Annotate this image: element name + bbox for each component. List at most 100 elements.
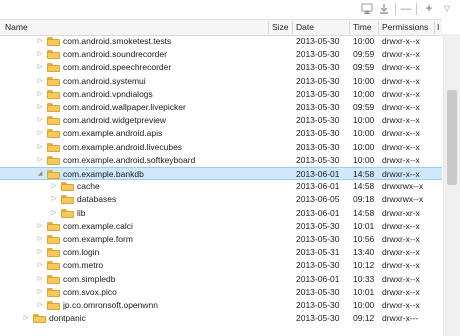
expand-right-icon[interactable]: ▷ <box>36 220 44 233</box>
file-time: 10:01 <box>353 220 375 231</box>
file-time: 09:59 <box>353 102 375 112</box>
file-date: 2013-05-30 <box>296 286 340 297</box>
folder-icon <box>47 287 60 297</box>
table-row[interactable]: ▷ dontpanic 2013-05-30 09:12 drwxr-x--- <box>0 312 442 325</box>
column-divider[interactable] <box>292 21 293 34</box>
toolbar-separator <box>416 3 417 15</box>
table-row[interactable]: ▷ com.example.android.apis 2013-05-30 10:00… <box>0 127 442 140</box>
expand-right-icon[interactable]: ▷ <box>36 259 44 272</box>
file-permissions: drwxr-x--x <box>382 88 420 99</box>
table-row[interactable]: ▷ com.example.android.softkeyboard 2013-05… <box>0 154 442 167</box>
file-permissions: drwxr-x--- <box>382 313 419 324</box>
file-size <box>272 127 292 140</box>
expand-right-icon[interactable]: ▷ <box>36 246 44 259</box>
column-size[interactable]: Size <box>272 20 292 35</box>
file-permissions: drwxrwx--x <box>382 181 424 192</box>
expand-right-icon[interactable]: ▷ <box>36 88 44 101</box>
vertical-scrollbar[interactable] <box>443 34 460 336</box>
expand-right-icon[interactable]: ▷ <box>36 273 44 286</box>
file-time: 14:58 <box>353 169 375 179</box>
table-row[interactable]: ▷ com.android.vpndialogs 2013-05-30 10:00 dr… <box>0 88 442 101</box>
expand-right-icon[interactable]: ▷ <box>36 154 44 167</box>
file-time: 14:58 <box>353 181 375 192</box>
table-row[interactable]: ▷ com.android.speechrecorder 2013-05-30 09:… <box>0 61 442 74</box>
expand-right-icon[interactable]: ▷ <box>36 141 44 154</box>
expand-right-icon[interactable]: ▷ <box>36 75 44 88</box>
folder-icon <box>47 170 60 179</box>
file-name: com.android.systemui <box>63 75 146 86</box>
folder-icon <box>61 195 74 205</box>
column-info[interactable]: I <box>437 20 443 35</box>
table-row[interactable]: ▷ jp.co.omronsoft.openwnn 2013-05-30 10:00 d… <box>0 299 442 312</box>
table-row[interactable]: ▷ cache 2013-06-01 14:58 drwxrwx--x <box>0 180 442 193</box>
column-date[interactable]: Date <box>296 20 346 35</box>
expand-right-icon[interactable]: ▷ <box>36 114 44 127</box>
file-date: 2013-05-30 <box>296 234 340 244</box>
table-row[interactable]: ▷ com.simpledb 2013-06-01 10:33 drwxr-x--x <box>0 273 442 286</box>
file-size <box>272 220 292 233</box>
file-date: 2013-05-30 <box>296 36 340 46</box>
file-date: 2013-06-01 <box>296 169 340 179</box>
expand-right-icon[interactable]: ▷ <box>36 35 44 48</box>
expand-right-icon[interactable]: ▷ <box>36 233 44 246</box>
expand-right-icon[interactable]: ▷ <box>36 286 44 299</box>
expand-down-icon[interactable]: ◢ <box>36 168 44 181</box>
pull-file-icon[interactable] <box>378 3 390 15</box>
file-permissions: drwxr-x--x <box>382 128 420 139</box>
table-row[interactable]: ▷ com.login 2013-05-31 13:40 drwxr-x--x <box>0 246 442 259</box>
scrollbar-thumb[interactable] <box>447 90 457 185</box>
table-row[interactable]: ▷ com.android.wallpaper.livepicker 2013-05… <box>0 101 442 114</box>
column-time[interactable]: Time <box>353 20 377 35</box>
table-row[interactable]: ▷ com.android.soundrecorder 2013-05-30 09:5… <box>0 48 442 61</box>
file-name: com.login <box>63 247 100 258</box>
toolbar: — + ▽ <box>0 0 460 18</box>
folder-icon <box>61 208 74 218</box>
table-row[interactable]: ◢ com.example.bankdb 2013-06-01 14:58 drwxr-… <box>0 167 442 181</box>
expand-right-icon[interactable]: ▷ <box>36 101 44 114</box>
column-name[interactable]: Name <box>5 20 265 35</box>
table-row[interactable]: ▷ databases 2013-06-05 09:18 drwxrwx--x <box>0 193 442 206</box>
expand-right-icon[interactable]: ▷ <box>36 48 44 61</box>
view-menu-icon[interactable]: ▽ <box>441 3 453 15</box>
file-date: 2013-05-30 <box>296 154 340 165</box>
file-date: 2013-05-30 <box>296 300 340 310</box>
column-divider[interactable] <box>268 21 269 34</box>
delete-icon[interactable]: — <box>400 3 412 15</box>
table-row[interactable]: ▷ com.example.android.livecubes 2013-05-30… <box>0 141 442 154</box>
expand-right-icon[interactable]: ▷ <box>36 299 44 312</box>
table-row[interactable]: ▷ com.android.systemui 2013-05-30 10:00 drwx… <box>0 75 442 88</box>
file-name: com.example.android.livecubes <box>63 141 183 152</box>
table-row[interactable]: ▷ com.android.widgetpreview 2013-05-30 10:0… <box>0 114 442 127</box>
expand-right-icon[interactable]: ▷ <box>50 193 58 206</box>
file-tree: ▷ com.android.smoketest.tests 2013-05-30 10… <box>0 35 442 336</box>
file-date: 2013-05-30 <box>296 115 340 126</box>
file-time: 14:58 <box>353 207 375 218</box>
table-row[interactable]: ▷ com.android.smoketest.tests 2013-05-30 10… <box>0 35 442 48</box>
table-row[interactable]: ▷ lib 2013-06-01 14:58 drwxr-xr-x <box>0 207 442 220</box>
file-date: 2013-05-30 <box>296 260 340 271</box>
expand-right-icon[interactable]: ▷ <box>50 180 58 193</box>
table-row[interactable]: ▷ com.example.calci 2013-05-30 10:01 drwxr-x… <box>0 220 442 233</box>
table-row[interactable]: ▷ com.example.form 2013-05-30 10:56 drwxr-x-… <box>0 233 442 246</box>
column-divider[interactable] <box>349 21 350 34</box>
file-time: 09:18 <box>353 194 375 205</box>
file-permissions: drwxr-x--x <box>382 169 420 179</box>
column-divider[interactable] <box>434 21 435 34</box>
column-permissions[interactable]: Permissions <box>382 20 434 35</box>
file-size <box>272 299 292 312</box>
add-folder-icon[interactable]: + <box>423 3 435 15</box>
expand-right-icon[interactable]: ▷ <box>36 127 44 140</box>
file-date: 2013-05-30 <box>296 102 340 112</box>
file-size <box>272 193 292 206</box>
expand-right-icon[interactable]: ▷ <box>50 207 58 220</box>
file-name: cache <box>77 181 100 192</box>
file-date: 2013-05-31 <box>296 247 340 258</box>
table-row[interactable]: ▷ com.metro 2013-05-30 10:12 drwxr-x--x <box>0 259 442 272</box>
device-screen-icon[interactable] <box>361 3 373 15</box>
expand-right-icon[interactable]: ▷ <box>22 312 30 325</box>
file-name: databases <box>77 194 117 205</box>
column-divider[interactable] <box>378 21 379 34</box>
expand-right-icon[interactable]: ▷ <box>36 61 44 74</box>
table-row[interactable]: ▷ com.svox.pico 2013-05-30 10:01 drwxr-x--x <box>0 286 442 299</box>
file-name: com.android.vpndialogs <box>63 88 153 99</box>
